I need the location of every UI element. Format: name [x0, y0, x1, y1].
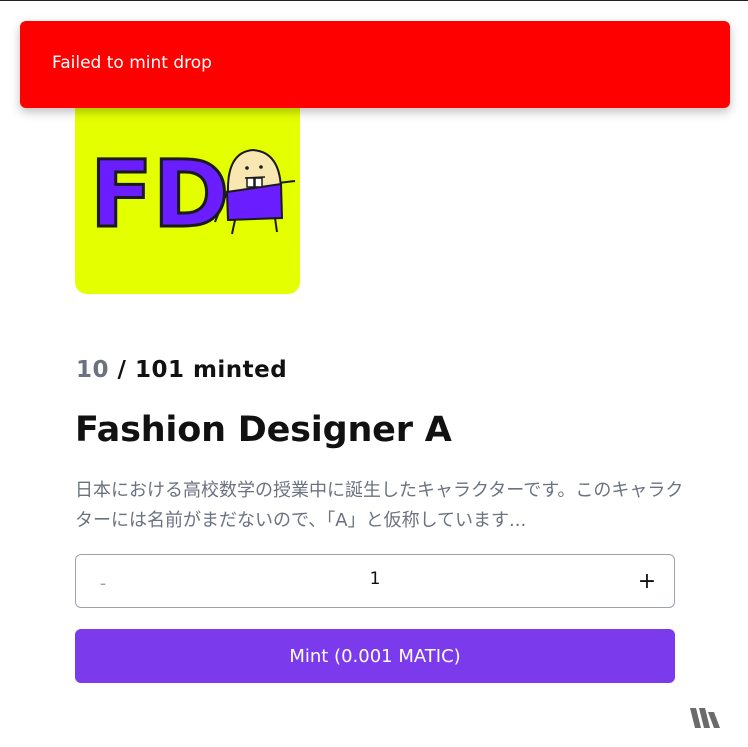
supply-counter: 10 / 101 minted — [76, 357, 287, 383]
drop-description: 日本における高校数学の授業中に誕生したキャラクターです。このキャラクターには名前… — [75, 480, 684, 531]
quantity-value: 1 — [369, 569, 381, 589]
increment-button[interactable]: + — [620, 555, 674, 607]
decrement-button[interactable]: - — [76, 553, 130, 609]
thirdweb-logo-icon[interactable] — [690, 706, 724, 730]
quantity-stepper: - 1 + — [75, 554, 675, 608]
error-toast[interactable]: Failed to mint drop — [20, 21, 730, 108]
toast-message: Failed to mint drop — [52, 53, 212, 73]
top-border — [0, 0, 748, 1]
total-supply: 101 minted — [134, 357, 288, 383]
minted-count: 10 — [76, 357, 110, 383]
drop-title: Fashion Designer A — [75, 410, 452, 450]
artwork-letters: FD — [90, 141, 229, 248]
mint-button[interactable]: Mint (0.001 MATIC) — [75, 629, 675, 683]
supply-separator: / — [109, 357, 135, 383]
